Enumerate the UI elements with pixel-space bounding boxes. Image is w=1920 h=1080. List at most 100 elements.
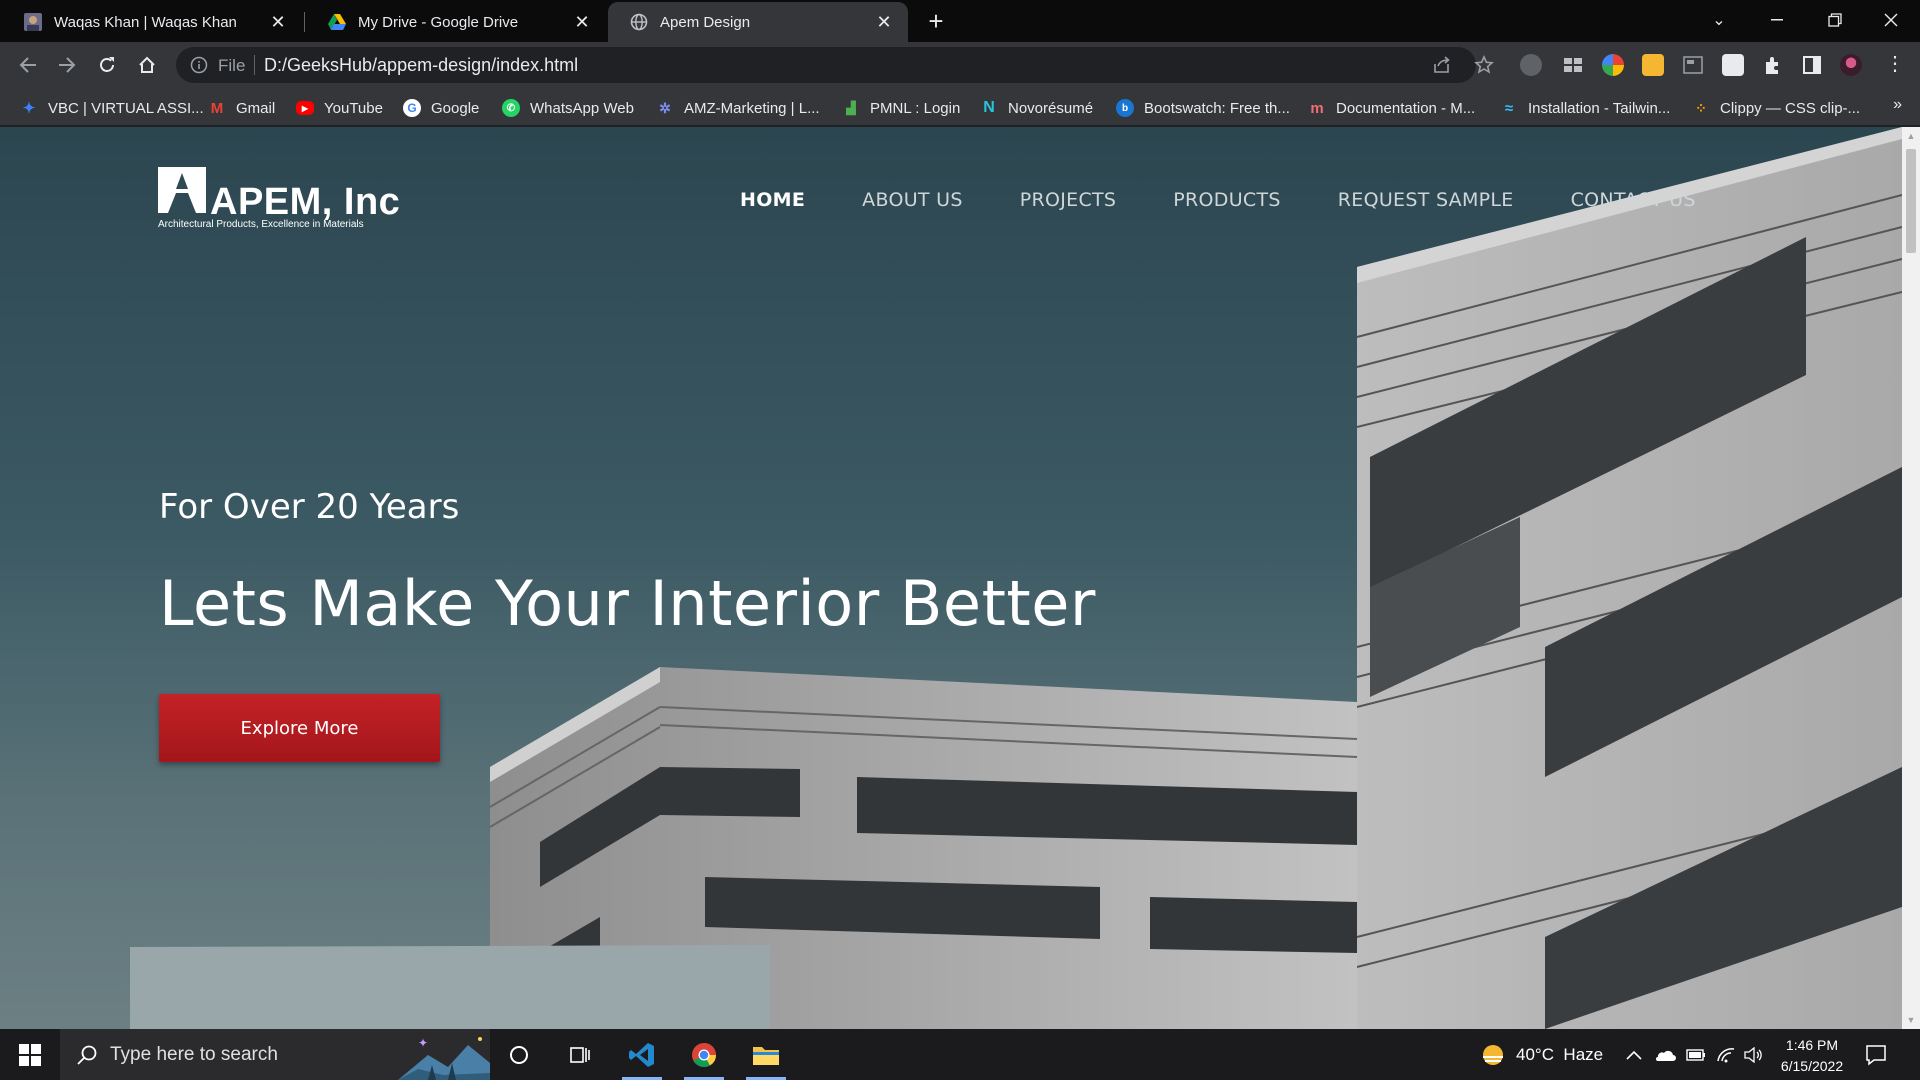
nav-projects[interactable]: PROJECTS [1020,189,1117,211]
taskbar-search-box[interactable]: Type here to search ✦ [60,1029,490,1080]
youtube-icon: ▶ [296,101,314,115]
bookmark-documentation[interactable]: m Documentation - M... [1308,97,1475,119]
url-text[interactable]: D:/GeeksHub/appem-design/index.html [264,55,578,76]
taskbar-clock[interactable]: 1:46 PM 6/15/2022 [1770,1035,1854,1077]
svg-text:✦: ✦ [418,1036,428,1050]
tab-search-icon[interactable]: ⌄ [1690,0,1748,40]
logo-text: APEM, Inc [210,181,401,223]
page-viewport: APEM, Inc Architectural Products, Excell… [0,127,1902,1029]
bookmark-vbc[interactable]: ✦ VBC | VIRTUAL ASSI... [20,97,204,119]
weather-widget[interactable]: 40°C Haze [1480,1029,1603,1080]
cortana-icon[interactable] [491,1029,547,1080]
side-panel-icon[interactable] [1801,54,1823,76]
extension-color-icon[interactable] [1602,54,1624,76]
bookmark-amz-marketing[interactable]: ✲ AMZ-Marketing | L... [656,97,820,119]
nav-home[interactable]: HOME [740,189,805,211]
clock-date: 6/15/2022 [1780,1058,1844,1074]
windows-taskbar: Type here to search ✦ 40°C Haze 1:46 PM … [0,1029,1920,1080]
avatar[interactable] [1840,54,1862,76]
chrome-icon[interactable] [676,1029,732,1080]
page-scrollbar[interactable]: ▲ ▼ [1902,127,1920,1029]
bookmark-novoresume[interactable]: N Novorésumé [980,97,1093,119]
bootswatch-icon: b [1116,99,1134,117]
bookmark-gmail[interactable]: M Gmail [208,97,275,119]
windows-start-icon[interactable] [0,1029,60,1080]
bookmark-clippy[interactable]: ⁘ Clippy — CSS clip-... [1692,97,1860,119]
nav-request-sample[interactable]: REQUEST SAMPLE [1338,189,1514,211]
bookmark-label: VBC | VIRTUAL ASSI... [48,99,204,117]
close-icon[interactable]: ✕ [572,12,592,33]
hero-subtitle: For Over 20 Years [159,487,460,527]
share-icon[interactable] [1432,55,1454,77]
bookmark-bootswatch[interactable]: b Bootswatch: Free th... [1116,97,1290,119]
forward-icon[interactable] [53,51,81,79]
extension-layout-icon[interactable] [1682,54,1704,76]
bookmark-youtube[interactable]: ▶ YouTube [296,97,383,119]
bookmark-label: AMZ-Marketing | L... [684,99,820,117]
tab-google-drive[interactable]: My Drive - Google Drive ✕ [306,2,606,42]
apem-logo-mark-icon [158,167,206,213]
google-icon: G [403,99,421,117]
restore-icon[interactable] [1806,0,1864,40]
amz-icon: ✲ [659,99,671,116]
star-icon[interactable] [1474,55,1496,77]
tab-waqas-khan[interactable]: Waqas Khan | Waqas Khan ✕ [2,2,302,42]
bookmark-label: YouTube [324,99,383,117]
vscode-icon[interactable] [614,1029,670,1080]
extension-camera-icon[interactable] [1520,54,1542,76]
new-tab-button[interactable]: + [922,6,950,36]
info-icon[interactable] [190,56,208,74]
scroll-down-icon[interactable]: ▼ [1906,1015,1916,1025]
bookmark-pmnl[interactable]: ▟ PMNL : Login [842,97,960,119]
explore-more-button[interactable]: Explore More [159,694,440,762]
tab-title: My Drive - Google Drive [358,13,519,31]
main-nav: HOME ABOUT US PROJECTS PRODUCTS REQUEST … [740,189,1753,211]
materialize-icon: m [1310,99,1324,117]
clippy-icon: ⁘ [1695,99,1707,116]
wifi-icon[interactable] [1716,1029,1736,1080]
tray-chevron-icon[interactable] [1626,1029,1642,1080]
notification-icon[interactable] [1864,1043,1888,1067]
scroll-up-icon[interactable]: ▲ [1906,131,1916,141]
clock-time: 1:46 PM [1785,1037,1839,1053]
vbc-icon: ✦ [22,100,36,117]
bookmark-label: Installation - Tailwin... [1528,99,1671,117]
address-bar[interactable]: File D:/GeeksHub/appem-design/index.html [176,47,1494,83]
scroll-thumb[interactable] [1906,149,1916,253]
bookmark-google[interactable]: G Google [403,97,479,119]
pmnl-icon: ▟ [846,101,856,115]
tab-title: Apem Design [660,13,751,31]
weather-haze-icon [1483,1044,1503,1065]
tab-title: Waqas Khan | Waqas Khan [54,13,237,31]
extension-page-icon[interactable] [1722,54,1744,76]
search-icon [76,1044,98,1066]
extension-grid-icon[interactable] [1562,54,1584,76]
bookmark-label: Novorésumé [1008,99,1094,117]
back-icon[interactable] [14,51,42,79]
nav-about-us[interactable]: ABOUT US [862,189,963,211]
window-close-icon[interactable] [1862,0,1920,40]
bookmarks-overflow-icon[interactable]: » [1893,96,1902,114]
extension-notes-icon[interactable] [1642,54,1664,76]
tab-separator [304,12,305,32]
bookmark-label: Clippy — CSS clip-... [1720,99,1861,117]
battery-icon[interactable] [1686,1029,1706,1080]
reload-icon[interactable] [93,51,121,79]
file-explorer-icon[interactable] [738,1029,794,1080]
close-icon[interactable]: ✕ [268,12,288,33]
bookmark-tailwind[interactable]: ≈ Installation - Tailwin... [1500,97,1670,119]
close-icon[interactable]: ✕ [874,12,894,33]
tab-apem-design[interactable]: Apem Design ✕ [608,2,908,42]
minimize-icon[interactable] [1748,0,1806,40]
onedrive-icon[interactable] [1654,1029,1676,1080]
extensions-puzzle-icon[interactable] [1762,54,1784,76]
home-icon[interactable] [133,51,161,79]
menu-kebab-icon[interactable]: ⋮ [1884,54,1906,76]
bookmark-label: WhatsApp Web [530,99,634,117]
nav-products[interactable]: PRODUCTS [1173,189,1280,211]
volume-icon[interactable] [1744,1029,1764,1080]
nav-contact-us[interactable]: CONTACT US [1571,189,1696,211]
whatsapp-icon: ✆ [502,99,520,117]
task-view-icon[interactable] [552,1029,608,1080]
bookmark-whatsapp[interactable]: ✆ WhatsApp Web [502,97,634,119]
